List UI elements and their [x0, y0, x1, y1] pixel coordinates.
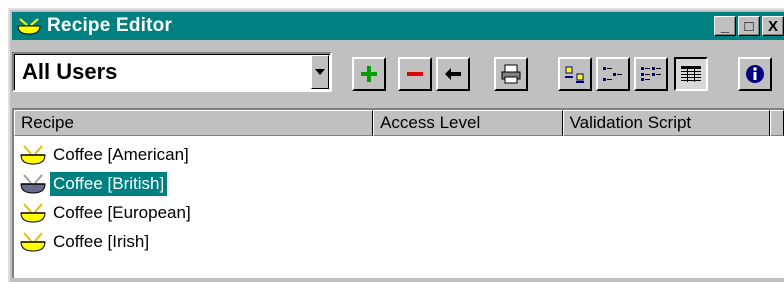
recipe-rows: Coffee [American] Coffee [British] Coffe…	[14, 140, 194, 256]
small-icons-icon	[603, 67, 622, 81]
list-item[interactable]: Coffee [Irish]	[14, 227, 194, 256]
info-icon	[746, 65, 764, 83]
close-button[interactable]: X	[762, 16, 784, 36]
list-item-label: Coffee [Irish]	[53, 231, 150, 251]
print-button[interactable]	[494, 57, 528, 91]
list-item[interactable]: Coffee [American]	[14, 140, 194, 169]
recipe-bowl-icon	[18, 172, 48, 196]
chevron-down-icon	[315, 69, 325, 75]
recipe-bowl-icon	[18, 201, 48, 225]
small-icons-view-button[interactable]	[596, 57, 630, 91]
column-header-filler	[770, 110, 784, 136]
minimize-button[interactable]: _	[714, 16, 736, 36]
arrow-left-icon	[445, 68, 461, 80]
list-item-label: Coffee [European]	[53, 202, 191, 222]
back-button[interactable]	[436, 57, 470, 91]
column-header-recipe[interactable]: Recipe	[14, 110, 374, 136]
dropdown-arrow-button[interactable]	[311, 55, 329, 89]
list-header: Recipe Access Level Validation Script	[14, 110, 784, 136]
user-filter-value: All Users	[22, 59, 118, 84]
maximize-button[interactable]: □	[738, 16, 760, 36]
user-filter-dropdown[interactable]: All Users	[12, 52, 332, 92]
list-item-label: Coffee [American]	[53, 144, 189, 164]
list-item-label: Coffee [British]	[50, 171, 168, 196]
large-icons-icon	[565, 66, 584, 83]
recipe-bowl-icon	[18, 230, 48, 254]
plus-icon	[361, 66, 377, 82]
list-icon	[641, 67, 661, 81]
list-view-button[interactable]	[634, 57, 668, 91]
column-header-access-level[interactable]: Access Level	[373, 110, 563, 136]
column-header-validation-script[interactable]: Validation Script	[562, 110, 771, 136]
recipe-bowl-icon	[15, 15, 43, 37]
list-item[interactable]: Coffee [European]	[14, 198, 194, 227]
title-bar[interactable]: Recipe Editor _ □ X	[12, 12, 784, 40]
window-title: Recipe Editor	[47, 15, 173, 36]
details-icon	[681, 66, 701, 82]
delete-recipe-button[interactable]	[398, 57, 432, 91]
printer-icon	[501, 64, 521, 84]
minus-icon	[407, 72, 423, 76]
recipe-list[interactable]: Recipe Access Level Validation Script Co…	[12, 108, 784, 278]
large-icons-view-button[interactable]	[558, 57, 592, 91]
minimize-icon: _	[720, 17, 730, 35]
info-button[interactable]	[738, 57, 772, 91]
maximize-icon: □	[744, 17, 754, 35]
details-view-button[interactable]	[674, 57, 708, 91]
add-recipe-button[interactable]	[352, 57, 386, 91]
list-item[interactable]: Coffee [British]	[14, 169, 194, 198]
recipe-bowl-icon	[18, 143, 48, 167]
close-icon: X	[767, 17, 778, 35]
